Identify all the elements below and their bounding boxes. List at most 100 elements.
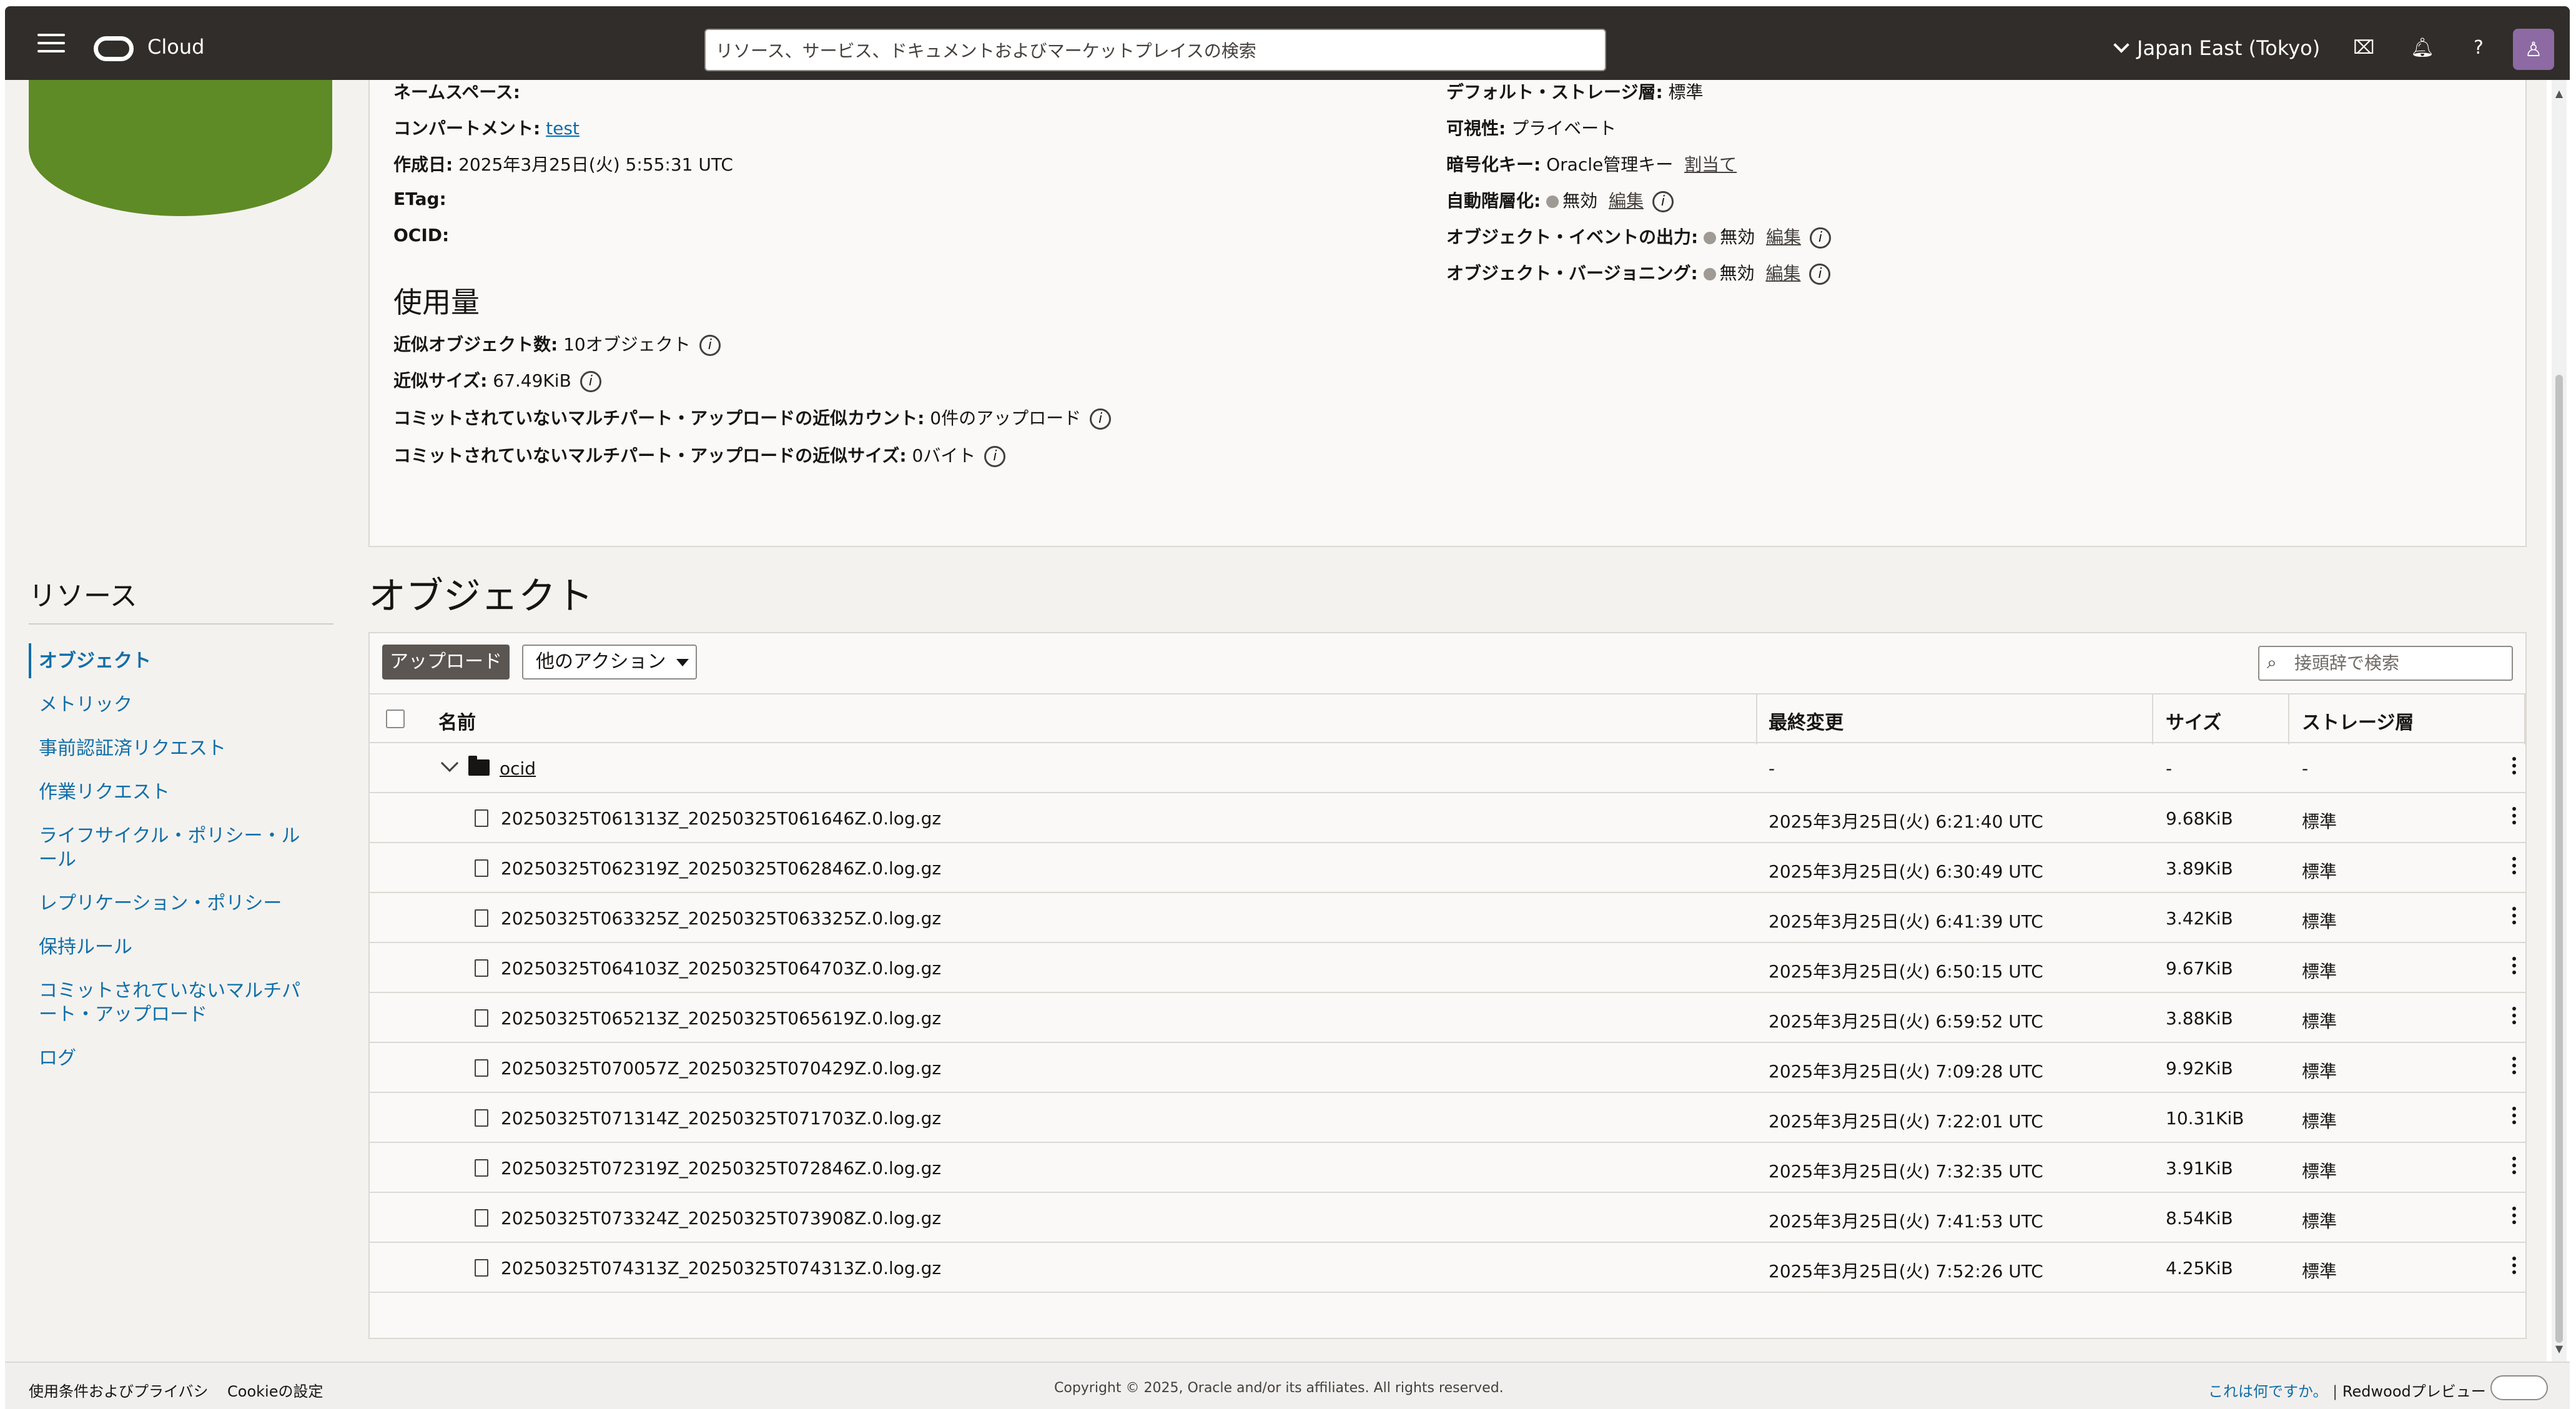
oracle-logo-icon[interactable] [94,36,134,61]
object-name[interactable]: 20250325T071314Z_20250325T071703Z.0.log.… [501,1108,941,1129]
object-name[interactable]: 20250325T065213Z_20250325T065619Z.0.log.… [501,1008,941,1029]
object-count-label: 近似オブジェクト数: [393,334,558,355]
nav-item-multipart-uploads[interactable]: コミットされていないマルチパート・アップロード [39,979,301,1027]
scrollbar-thumb[interactable] [2555,375,2563,1343]
compartment-row: コンパートメント: test [393,115,580,140]
info-icon[interactable]: i [984,446,1006,467]
table-row[interactable]: 20250325T065213Z_20250325T065619Z.0.log.… [370,993,2525,1043]
help-icon[interactable]: ? [2468,37,2489,59]
column-name[interactable]: 名前 [438,707,476,734]
object-name[interactable]: 20250325T073324Z_20250325T073908Z.0.log.… [501,1208,941,1229]
object-name[interactable]: 20250325T072319Z_20250325T072846Z.0.log.… [501,1158,941,1179]
cookie-settings-link[interactable]: Cookieの設定 [227,1379,323,1401]
object-name[interactable]: 20250325T070057Z_20250325T070429Z.0.log.… [501,1058,941,1079]
profile-avatar[interactable]: ♙ [2513,29,2554,70]
prefix-search-input[interactable]: 接頭辞で検索 [2258,646,2513,681]
whats-this-link: これは何ですか。 | Redwoodプレビュー [2208,1383,2486,1400]
compartment-link[interactable]: test [546,118,580,139]
info-icon[interactable]: i [580,371,601,392]
object-modified: 2025年3月25日(火) 7:09:28 UTC [1769,1061,2043,1082]
file-icon [475,859,488,877]
kebab-menu-icon[interactable] [2510,857,2518,879]
kebab-menu-icon[interactable] [2510,807,2518,829]
table-row[interactable]: 20250325T063325Z_20250325T063325Z.0.log.… [370,893,2525,943]
object-tier: 標準 [2302,1061,2337,1082]
object-modified: 2025年3月25日(火) 6:30:49 UTC [1769,861,2043,882]
whats-this-label[interactable]: これは何ですか。 [2208,1383,2328,1400]
encryption-label: 暗号化キー: [1446,154,1541,175]
object-name[interactable]: 20250325T062319Z_20250325T062846Z.0.log.… [501,858,941,879]
chevron-down-icon[interactable] [440,754,459,773]
object-tier: 標準 [2302,961,2337,982]
redwood-preview-toggle[interactable] [2490,1375,2548,1400]
object-name[interactable]: 20250325T061313Z_20250325T061646Z.0.log.… [501,808,941,829]
column-modified[interactable]: 最終変更 [1769,707,1843,734]
cloud-shell-icon[interactable]: ⌧ [2353,37,2375,59]
nav-item-logs[interactable]: ログ [39,1047,301,1070]
kebab-menu-icon[interactable] [2510,757,2518,779]
folder-row[interactable]: ocid - - - [370,743,2525,793]
object-name[interactable]: 20250325T063325Z_20250325T063325Z.0.log.… [501,908,941,929]
object-size: 9.68KiB [2166,808,2233,829]
info-icon[interactable]: i [1809,227,1831,249]
kebab-menu-icon[interactable] [2510,1157,2518,1179]
upload-button[interactable]: アップロード [382,645,510,680]
encryption-assign-link[interactable]: 割当て [1684,154,1737,175]
table-row[interactable]: 20250325T072319Z_20250325T072846Z.0.log.… [370,1143,2525,1193]
object-size: 9.92KiB [2166,1058,2233,1079]
kebab-menu-icon[interactable] [2510,1107,2518,1129]
nav-item-lifecycle-rules[interactable]: ライフサイクル・ポリシー・ルール [39,824,301,872]
table-row[interactable]: 20250325T064103Z_20250325T064703Z.0.log.… [370,943,2525,993]
more-actions-button[interactable]: 他のアクション [522,645,697,680]
object-events-value: 無効 [1720,227,1755,247]
versioning-edit-link[interactable]: 編集 [1765,263,1800,284]
column-size[interactable]: サイズ [2166,707,2221,734]
scroll-up-arrow-icon[interactable]: ▲ [2554,87,2564,99]
kebab-menu-icon[interactable] [2510,1007,2518,1029]
footer: 使用条件およびプライバシ Cookieの設定 Copyright © 2025,… [5,1362,2570,1409]
file-icon [475,1159,488,1177]
auto-tiering-edit-link[interactable]: 編集 [1609,190,1644,211]
info-icon[interactable]: i [1652,191,1674,212]
nav-item-replication-policy[interactable]: レプリケーション・ポリシー [39,892,301,916]
nav-item-preauth-requests[interactable]: 事前認証済リクエスト [39,737,301,761]
kebab-menu-icon[interactable] [2510,907,2518,929]
object-name[interactable]: 20250325T074313Z_20250325T074313Z.0.log.… [501,1258,941,1278]
terms-link[interactable]: 使用条件およびプライバシ [29,1379,209,1401]
menu-icon[interactable] [37,34,65,52]
object-events-edit-link[interactable]: 編集 [1766,227,1801,247]
brand-label[interactable]: Cloud [147,35,204,59]
resources-heading: リソース [29,580,137,612]
nav-item-work-requests[interactable]: 作業リクエスト [39,781,301,804]
folder-size: - [2166,758,2173,779]
region-selector[interactable]: Japan East (Tokyo) [2113,36,2320,60]
info-icon[interactable]: i [699,335,721,356]
column-tier[interactable]: ストレージ層 [2302,707,2414,734]
table-row[interactable]: 20250325T073324Z_20250325T073908Z.0.log.… [370,1193,2525,1243]
copyright-text: Copyright © 2025, Oracle and/or its affi… [1054,1380,1504,1396]
scroll-down-arrow-icon[interactable]: ▼ [2554,1343,2564,1355]
folder-name-link[interactable]: ocid [500,758,536,779]
table-row[interactable]: 20250325T061313Z_20250325T061646Z.0.log.… [370,793,2525,843]
bell-icon[interactable]: 🔔︎ [2411,37,2434,59]
select-all-checkbox[interactable] [386,709,405,728]
object-name[interactable]: 20250325T064103Z_20250325T064703Z.0.log.… [501,958,941,979]
object-modified: 2025年3月25日(火) 7:22:01 UTC [1769,1111,2043,1132]
kebab-menu-icon[interactable] [2510,957,2518,979]
info-icon[interactable]: i [1090,408,1112,430]
nav-item-objects[interactable]: オブジェクト [39,650,301,673]
table-row[interactable]: 20250325T062319Z_20250325T062846Z.0.log.… [370,843,2525,893]
table-row[interactable]: 20250325T074313Z_20250325T074313Z.0.log.… [370,1243,2525,1293]
table-row[interactable]: 20250325T071314Z_20250325T071703Z.0.log.… [370,1093,2525,1143]
table-row[interactable]: 20250325T070057Z_20250325T070429Z.0.log.… [370,1043,2525,1093]
file-icon [475,959,488,977]
kebab-menu-icon[interactable] [2510,1057,2518,1079]
nav-item-retention-rules[interactable]: 保持ルール [39,936,301,959]
nav-item-metrics[interactable]: メトリック [39,693,301,717]
search-input[interactable]: リソース、サービス、ドキュメントおよびマーケットプレイスの検索 [704,29,1606,71]
kebab-menu-icon[interactable] [2510,1257,2518,1279]
info-icon[interactable]: i [1809,264,1831,285]
column-divider [2152,695,2153,744]
kebab-menu-icon[interactable] [2510,1207,2518,1229]
object-modified: 2025年3月25日(火) 6:50:15 UTC [1769,961,2043,982]
